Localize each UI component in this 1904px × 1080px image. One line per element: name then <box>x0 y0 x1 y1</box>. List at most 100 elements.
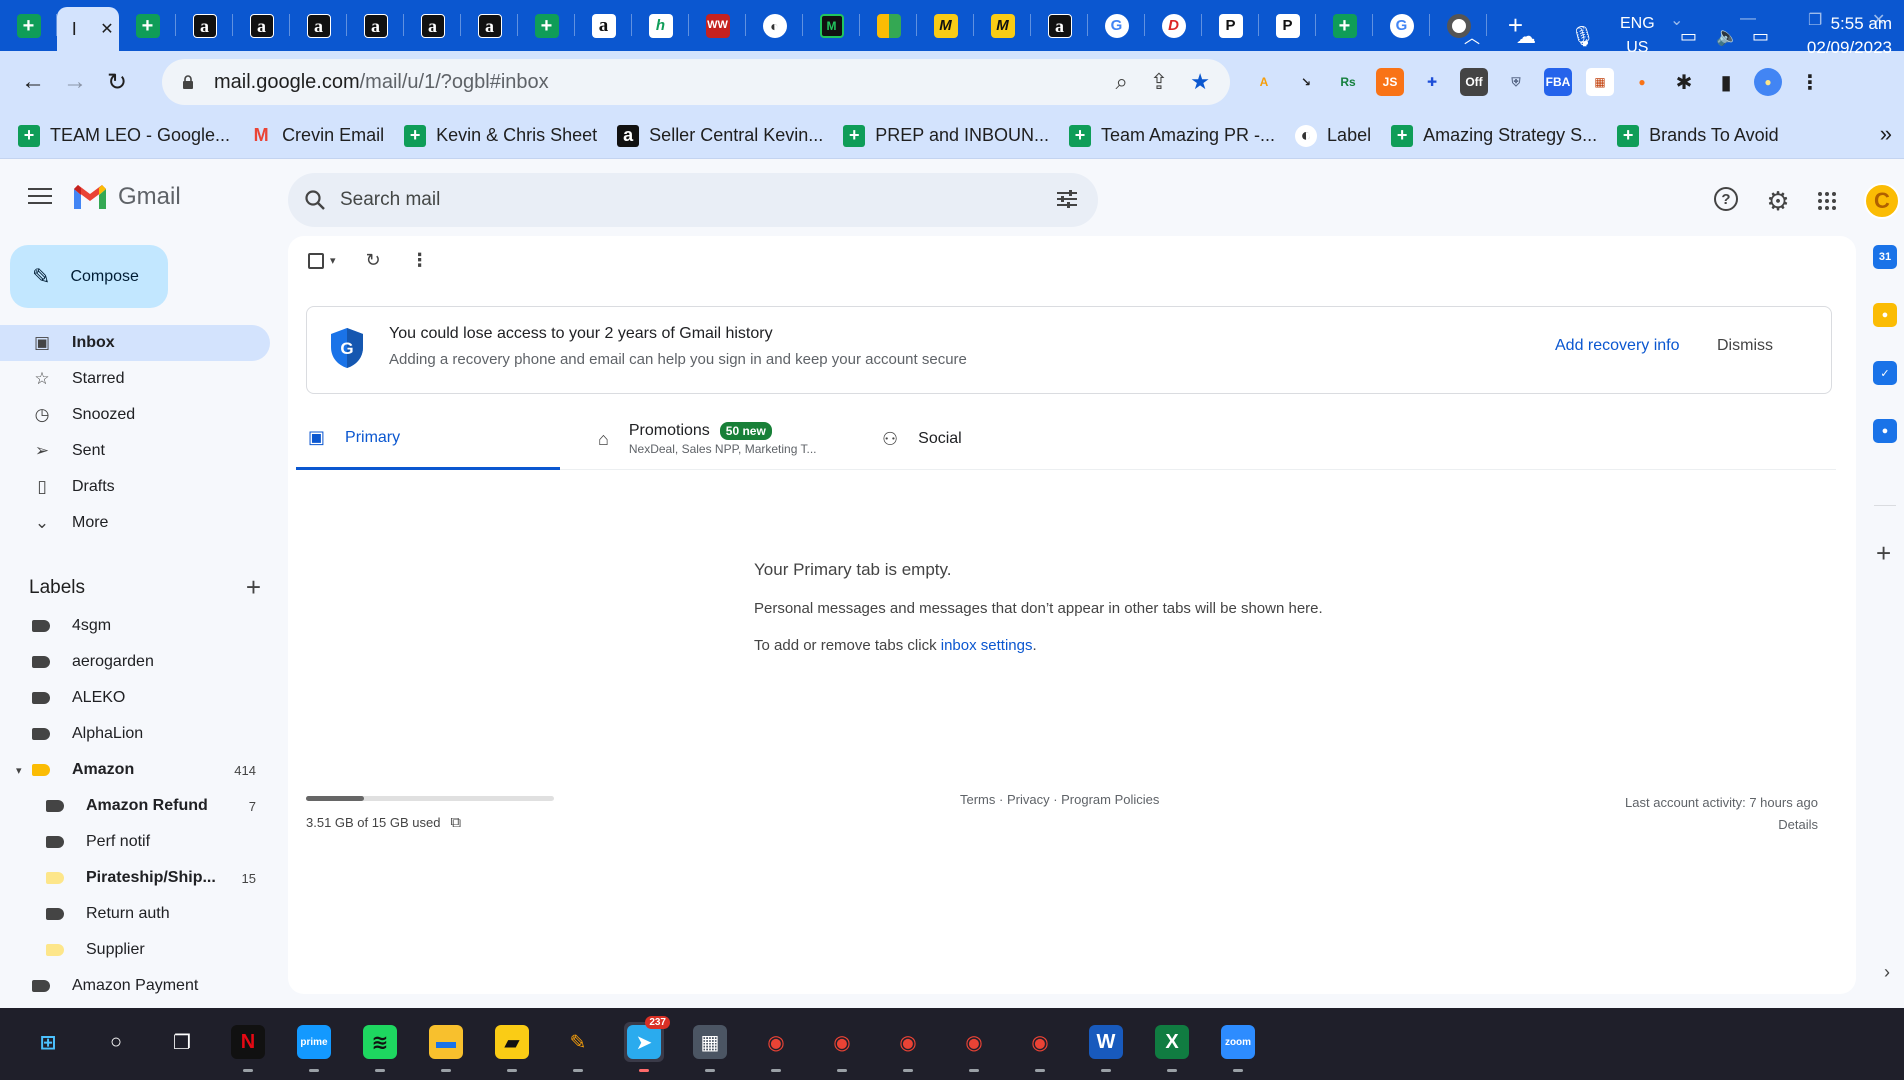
browser-tab[interactable]: M <box>803 0 860 51</box>
plus-extension-icon[interactable]: ✚ <box>1418 68 1446 96</box>
label-item[interactable]: Perf notif <box>0 824 270 860</box>
bookmarks-overflow-button[interactable]: » <box>1880 121 1892 147</box>
browser-tab[interactable]: I ✕ <box>57 7 119 51</box>
js-extension-icon[interactable]: JS <box>1376 68 1404 96</box>
label-item[interactable]: ▾ Amazon 414 <box>0 752 270 788</box>
search-options-icon[interactable] <box>1056 189 1078 215</box>
gmail-logo[interactable]: Gmail <box>72 183 181 211</box>
bookmark-item[interactable]: + PREP and INBOUN... <box>833 118 1059 154</box>
task-view-icon[interactable]: ❐ <box>162 1022 202 1062</box>
reload-button[interactable]: ↻ <box>96 61 138 103</box>
address-url[interactable]: mail.google.com/mail/u/1/?ogbl#inbox <box>214 71 549 94</box>
lock-icon[interactable] <box>182 75 194 89</box>
sticky-notes-icon[interactable]: ▰ <box>492 1022 532 1072</box>
google-apps-icon[interactable] <box>1813 187 1841 215</box>
browser-tab[interactable]: + <box>518 0 575 51</box>
language-indicator[interactable]: ENG US <box>1620 12 1655 60</box>
browser-tab[interactable]: WW <box>689 0 746 51</box>
browser-tab[interactable]: P <box>1202 0 1259 51</box>
shield-extension-icon[interactable]: ⛨ <box>1502 68 1530 96</box>
search-bar[interactable] <box>288 173 1098 227</box>
share-icon[interactable]: ⇪ <box>1150 69 1168 95</box>
refresh-icon[interactable]: ↻ <box>366 250 381 271</box>
chrome-icon[interactable]: ◉ <box>756 1022 796 1072</box>
browser-tab[interactable]: G <box>1373 0 1430 51</box>
orange-circle-extension-icon[interactable]: ● <box>1628 68 1656 96</box>
sidebar-item-sent[interactable]: ➢ Sent <box>0 433 270 469</box>
activity-details-link[interactable]: Details <box>1625 814 1818 836</box>
privacy-link[interactable]: Privacy <box>1007 792 1050 807</box>
clock[interactable]: 5:55 am 02/09/2023 <box>1807 12 1892 60</box>
tasks-icon[interactable]: ✓ <box>1873 361 1897 385</box>
label-item[interactable]: Pirateship/Ship... 15 <box>0 860 270 896</box>
back-button[interactable]: ← <box>12 61 54 103</box>
side-panel-icon[interactable]: ▮ <box>1712 68 1740 96</box>
create-label-icon[interactable]: + <box>246 572 261 603</box>
browser-tab[interactable]: + <box>1316 0 1373 51</box>
browser-tab[interactable]: G <box>1088 0 1145 51</box>
label-item[interactable]: Amazon Payment <box>0 968 270 1004</box>
kebab-menu-icon[interactable]: ⋮ <box>1796 68 1824 96</box>
microphone-icon[interactable]: 🎙 <box>1570 0 1595 72</box>
bookmark-item[interactable]: + TEAM LEO - Google... <box>8 118 240 154</box>
off-extension-icon[interactable]: Off <box>1460 68 1488 96</box>
sidebar-item-snoozed[interactable]: ◷ Snoozed <box>0 397 270 433</box>
volume-icon[interactable]: 🔈 <box>1716 0 1738 72</box>
label-item[interactable]: Return auth <box>0 896 270 932</box>
windows-start-icon[interactable]: ⊞ <box>28 1022 68 1062</box>
caret-down-icon[interactable]: ▾ <box>330 254 336 267</box>
scout-extension-icon[interactable]: A <box>1250 68 1278 96</box>
settings-gear-icon[interactable]: ⚙ <box>1764 186 1792 216</box>
spotify-icon[interactable]: ≋ <box>360 1022 400 1072</box>
browser-tab[interactable]: ◐ <box>746 0 803 51</box>
network-icon[interactable]: ▭ <box>1680 0 1697 72</box>
close-tab-icon[interactable]: ✕ <box>100 19 113 39</box>
select-all-checkbox[interactable]: ▾ <box>308 252 336 269</box>
search-input[interactable] <box>340 189 1040 211</box>
browser-tab[interactable]: a <box>347 0 404 51</box>
calendar-extension-icon[interactable]: ▦ <box>1586 68 1614 96</box>
word-icon[interactable]: W <box>1086 1022 1126 1072</box>
browser-tab[interactable]: a <box>1031 0 1088 51</box>
browser-tab[interactable]: + <box>0 0 57 51</box>
label-item[interactable]: ALEKO <box>0 680 270 716</box>
label-item[interactable]: AlphaLion <box>0 716 270 752</box>
address-bar[interactable]: mail.google.com/mail/u/1/?ogbl#inbox ⌕ ⇪… <box>162 59 1230 105</box>
browser-tab[interactable]: h <box>632 0 689 51</box>
chrome-icon[interactable]: ◉ <box>954 1022 994 1072</box>
terms-link[interactable]: Terms <box>960 792 995 807</box>
browser-tab[interactable]: + <box>119 0 176 51</box>
chrome-icon[interactable]: ◉ <box>1020 1022 1060 1072</box>
onedrive-icon[interactable]: ☁ <box>1516 0 1536 72</box>
bookmark-item[interactable]: + Amazing Strategy S... <box>1381 118 1607 154</box>
account-avatar[interactable]: C <box>1864 183 1900 219</box>
telegram-icon[interactable]: ➤ 237 <box>624 1016 670 1072</box>
bookmark-item[interactable]: + Kevin & Chris Sheet <box>394 118 607 154</box>
sidebar-item-more[interactable]: ⌄ More <box>0 505 270 541</box>
contacts-icon[interactable]: ● <box>1873 419 1897 443</box>
dismiss-button[interactable]: Dismiss <box>1717 337 1773 355</box>
browser-tab[interactable]: D <box>1145 0 1202 51</box>
label-item[interactable]: Supplier <box>0 932 270 968</box>
battery-icon[interactable]: ▭ <box>1752 0 1769 72</box>
bookmark-star-icon[interactable]: ★ <box>1190 69 1210 95</box>
bookmark-item[interactable]: + Brands To Avoid <box>1607 118 1788 154</box>
chevron-right-icon[interactable]: › <box>1884 962 1890 983</box>
browser-tab[interactable]: M <box>974 0 1031 51</box>
expand-caret-icon[interactable]: ▾ <box>16 764 22 777</box>
forward-button[interactable]: → <box>54 61 96 103</box>
bookmark-item[interactable]: M Crevin Email <box>240 118 394 154</box>
browser-tab[interactable]: a <box>176 0 233 51</box>
search-icon[interactable] <box>304 189 326 211</box>
profile-icon[interactable]: ● <box>1754 68 1782 96</box>
tab-primary[interactable]: ▣ Primary <box>296 408 560 470</box>
program-policies-link[interactable]: Program Policies <box>1061 792 1159 807</box>
browser-tab[interactable]: a <box>575 0 632 51</box>
bookmark-item[interactable]: ◐ Label <box>1285 118 1381 154</box>
label-item[interactable]: 4sgm <box>0 608 270 644</box>
puzzle-icon[interactable]: ✱ <box>1670 68 1698 96</box>
get-addons-icon[interactable]: + <box>1876 538 1891 569</box>
more-options-icon[interactable]: ⋮ <box>411 250 429 271</box>
add-recovery-info-button[interactable]: Add recovery info <box>1555 337 1680 355</box>
prime-video-icon[interactable]: prime <box>294 1022 334 1072</box>
